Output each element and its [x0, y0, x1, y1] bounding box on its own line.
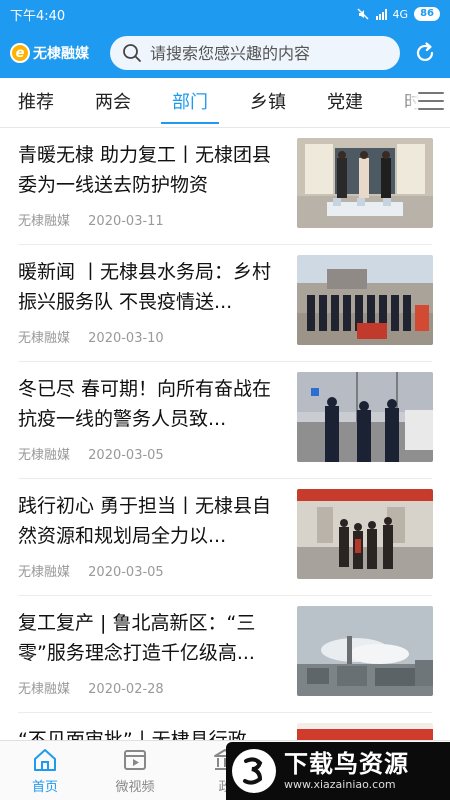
- news-date: 2020-02-28: [88, 682, 164, 697]
- news-meta: 无棣融媒 2020-03-11: [18, 210, 164, 229]
- news-item[interactable]: 暖新闻 丨无棣县水务局：乡村振兴服务队 不畏疫情送... 无棣融媒 2020-0…: [0, 245, 450, 362]
- search-icon: [123, 44, 141, 62]
- news-item[interactable]: 青暖无棣 助力复工丨无棣团县委为一线送去防护物资 无棣融媒 2020-03-11: [0, 128, 450, 245]
- tab-party-building[interactable]: 党建: [327, 78, 363, 127]
- battery-icon: 86: [414, 7, 440, 21]
- network-label: 4G: [392, 7, 409, 21]
- tab-recommend[interactable]: 推荐: [18, 78, 54, 127]
- news-thumbnail: [297, 489, 433, 579]
- watermark-logo-icon: [232, 749, 276, 793]
- news-source: 无棣融媒: [18, 331, 71, 346]
- tab-departments[interactable]: 部门: [172, 78, 208, 127]
- app-header: e 无棣融媒: [0, 28, 450, 78]
- tab-two-sessions[interactable]: 两会: [95, 78, 131, 127]
- refresh-icon: [416, 42, 434, 62]
- news-item[interactable]: “不见面审批”丨无棣县行政: [0, 713, 450, 740]
- news-date: 2020-03-11: [88, 214, 164, 229]
- watermark-title: 下载鸟资源: [284, 750, 409, 778]
- news-source: 无棣融媒: [18, 682, 71, 697]
- news-item[interactable]: 冬已尽 春可期！向所有奋战在抗疫一线的警务人员致... 无棣融媒 2020-03…: [0, 362, 450, 479]
- category-tabs: 推荐 两会 部门 乡镇 党建 时: [0, 78, 450, 128]
- refresh-button[interactable]: [408, 36, 442, 70]
- news-thumbnail: [297, 723, 433, 740]
- video-icon: [124, 750, 146, 770]
- news-thumbnail: [297, 255, 433, 345]
- watermark: 下载鸟资源 www.xiazainiao.com: [226, 742, 450, 800]
- tab-towns[interactable]: 乡镇: [250, 78, 286, 127]
- mute-icon: [357, 8, 369, 20]
- nav-video-label: 微视频: [115, 780, 155, 795]
- news-source: 无棣融媒: [18, 214, 71, 229]
- search-bar[interactable]: [110, 36, 400, 70]
- news-source: 无棣融媒: [18, 448, 71, 463]
- channel-menu-button[interactable]: [418, 92, 444, 114]
- watermark-url: www.xiazainiao.com: [284, 778, 396, 791]
- news-thumbnail: [297, 138, 433, 228]
- signal-icon: [375, 8, 387, 20]
- brand-logo-icon: e: [10, 43, 30, 63]
- news-item[interactable]: 复工复产 | 鲁北高新区：“三零”服务理念打造千亿级高... 无棣融媒 2020…: [0, 596, 450, 713]
- news-title: 冬已尽 春可期！向所有奋战在抗疫一线的警务人员致...: [18, 378, 272, 430]
- news-title: 复工复产 | 鲁北高新区：“三零”服务理念打造千亿级高...: [18, 612, 256, 664]
- watermark-text: 下载鸟资源 www.xiazainiao.com: [284, 750, 409, 792]
- status-icons: 4G 86: [356, 7, 440, 21]
- news-meta: 无棣融媒 2020-03-10: [18, 327, 164, 346]
- brand[interactable]: e 无棣融媒: [10, 43, 108, 63]
- news-date: 2020-03-10: [88, 331, 164, 346]
- nav-home[interactable]: 首页: [0, 741, 90, 800]
- news-source: 无棣融媒: [18, 565, 71, 580]
- news-title: 践行初心 勇于担当丨无棣县自然资源和规划局全力以...: [18, 495, 272, 547]
- news-title: 暖新闻 丨无棣县水务局：乡村振兴服务队 不畏疫情送...: [18, 261, 272, 313]
- news-date: 2020-03-05: [88, 565, 164, 580]
- news-meta: 无棣融媒 2020-02-28: [18, 678, 164, 697]
- news-thumbnail: [297, 372, 433, 462]
- news-meta: 无棣融媒 2020-03-05: [18, 561, 164, 580]
- news-item[interactable]: 践行初心 勇于担当丨无棣县自然资源和规划局全力以... 无棣融媒 2020-03…: [0, 479, 450, 596]
- status-bar: 下午4:40 4G 86: [0, 0, 450, 28]
- home-icon: [34, 749, 56, 771]
- search-input[interactable]: [150, 43, 380, 63]
- news-thumbnail: [297, 606, 433, 696]
- news-title: “不见面审批”丨无棣县行政: [18, 729, 247, 740]
- status-time: 下午4:40: [10, 8, 66, 24]
- news-meta: 无棣融媒 2020-03-05: [18, 444, 164, 463]
- brand-name: 无棣融媒: [33, 46, 89, 62]
- news-date: 2020-03-05: [88, 448, 164, 463]
- news-list: 青暖无棣 助力复工丨无棣团县委为一线送去防护物资 无棣融媒 2020-03-11: [0, 128, 450, 740]
- nav-home-label: 首页: [31, 780, 58, 795]
- nav-micro-video[interactable]: 微视频: [90, 741, 180, 800]
- news-title: 青暖无棣 助力复工丨无棣团县委为一线送去防护物资: [18, 144, 272, 196]
